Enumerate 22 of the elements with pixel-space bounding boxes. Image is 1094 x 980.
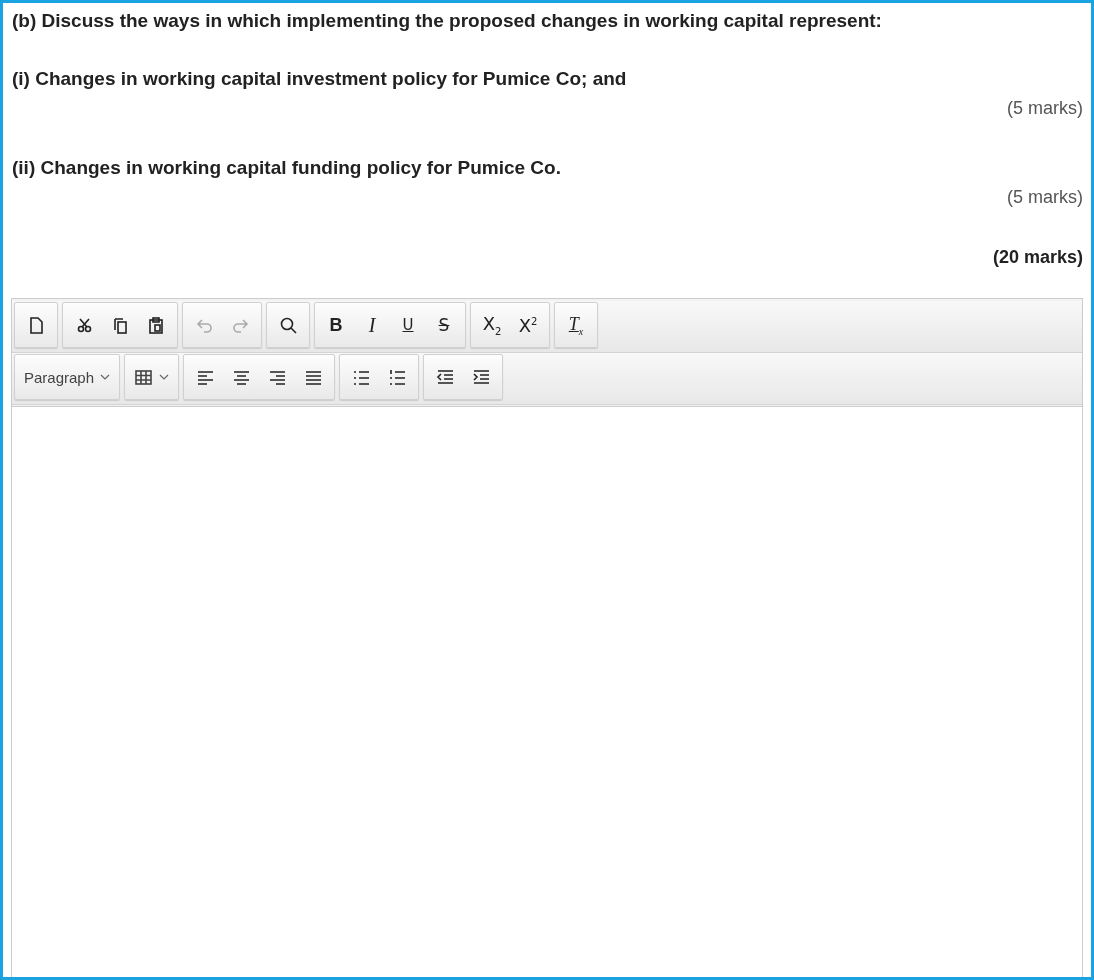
marks-label: (20 marks) bbox=[991, 246, 1083, 268]
caret-icon bbox=[159, 374, 170, 380]
format-button[interactable]: U bbox=[390, 303, 426, 347]
question-text: (ii) Changes in working capital funding policy for Pumice Co. bbox=[11, 157, 562, 179]
question-text: (i) Changes in working capital investment policy for Pumice Co; and bbox=[11, 68, 628, 90]
paragraph-dropdown[interactable]: Paragraph bbox=[18, 355, 117, 399]
clipboard-icon bbox=[146, 315, 166, 335]
outdent-icon bbox=[435, 367, 455, 387]
marks-label: (5 marks) bbox=[1006, 186, 1083, 208]
search-icon bbox=[278, 315, 298, 335]
format-button[interactable]: T$_{x}$ bbox=[558, 303, 594, 347]
format-button[interactable]: X$_{2}$ bbox=[474, 303, 510, 347]
numbered-list-icon bbox=[387, 367, 407, 387]
question-text: (b) Discuss the ways in which implementing the proposed changes in working capital represent: bbox=[11, 10, 883, 32]
indent-icon bbox=[471, 367, 491, 387]
format-button[interactable]: S bbox=[426, 303, 462, 347]
format-button[interactable]: B bbox=[318, 303, 354, 347]
format-button[interactable]: I bbox=[354, 303, 390, 347]
marks-label: (5 marks) bbox=[1006, 97, 1083, 119]
format-button[interactable]: X$^{2}$ bbox=[510, 303, 546, 347]
table-icon bbox=[134, 367, 154, 387]
caret-icon bbox=[100, 374, 111, 380]
